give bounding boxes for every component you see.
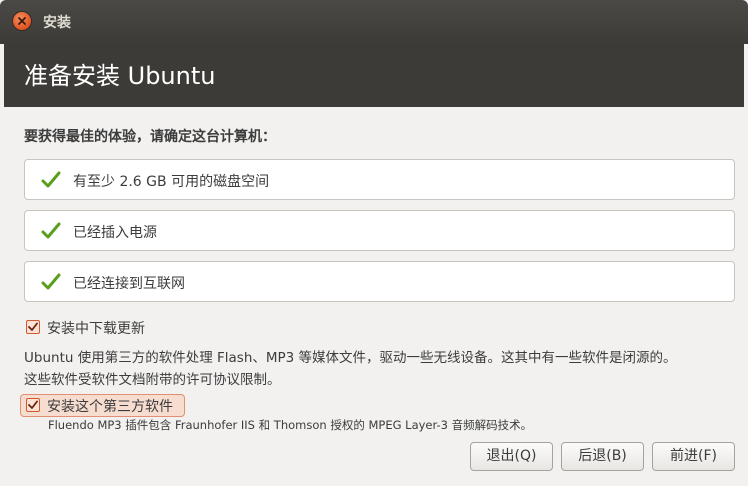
third-party-checkbox[interactable]	[26, 398, 40, 412]
checkbox-check-icon	[28, 400, 38, 409]
requirement-label: 已经插入电源	[73, 225, 157, 241]
checkmark-icon	[41, 171, 61, 188]
third-party-label[interactable]: 安装这个第三方软件	[47, 396, 173, 416]
installer-window: 安装 准备安装 Ubuntu 要获得最佳的体验，请确定这台计算机： 有至少 2.…	[0, 0, 748, 486]
requirement-label: 已经连接到互联网	[73, 276, 185, 292]
close-button[interactable]	[13, 12, 31, 30]
mp3-plugin-note: Fluendo MP3 插件包含 Fraunhofer IIS 和 Thomso…	[48, 418, 533, 432]
title-bar: 安装	[0, 0, 748, 44]
back-button[interactable]: 后退(B)	[561, 442, 644, 471]
description-line: 这些软件受软件文档附带的许可协议限制。	[24, 372, 281, 388]
download-updates-checkbox[interactable]	[26, 320, 40, 334]
requirement-disk-space: 有至少 2.6 GB 可用的磁盘空间	[24, 159, 735, 200]
close-icon	[18, 17, 26, 25]
prompt-text: 要获得最佳的体验，请确定这台计算机：	[24, 129, 276, 145]
third-party-description: Ubuntu 使用第三方的软件处理 Flash、MP3 等媒体文件，驱动一些无线…	[24, 347, 739, 391]
checkbox-check-icon	[28, 322, 38, 331]
description-line: Ubuntu 使用第三方的软件处理 Flash、MP3 等媒体文件，驱动一些无线…	[24, 350, 677, 366]
checkmark-icon	[41, 222, 61, 239]
forward-button[interactable]: 前进(F)	[652, 442, 735, 471]
main-content: 要获得最佳的体验，请确定这台计算机： 有至少 2.6 GB 可用的磁盘空间 已经…	[4, 107, 744, 486]
quit-button[interactable]: 退出(Q)	[470, 442, 553, 471]
window-title: 安装	[43, 15, 71, 31]
checkmark-icon	[41, 273, 61, 290]
requirement-internet: 已经连接到互联网	[24, 261, 735, 302]
download-updates-label[interactable]: 安装中下载更新	[47, 318, 145, 338]
page-header: 准备安装 Ubuntu	[4, 44, 744, 107]
requirement-power: 已经插入电源	[24, 210, 735, 251]
page-title: 准备安装 Ubuntu	[24, 62, 216, 90]
requirement-label: 有至少 2.6 GB 可用的磁盘空间	[73, 174, 270, 190]
